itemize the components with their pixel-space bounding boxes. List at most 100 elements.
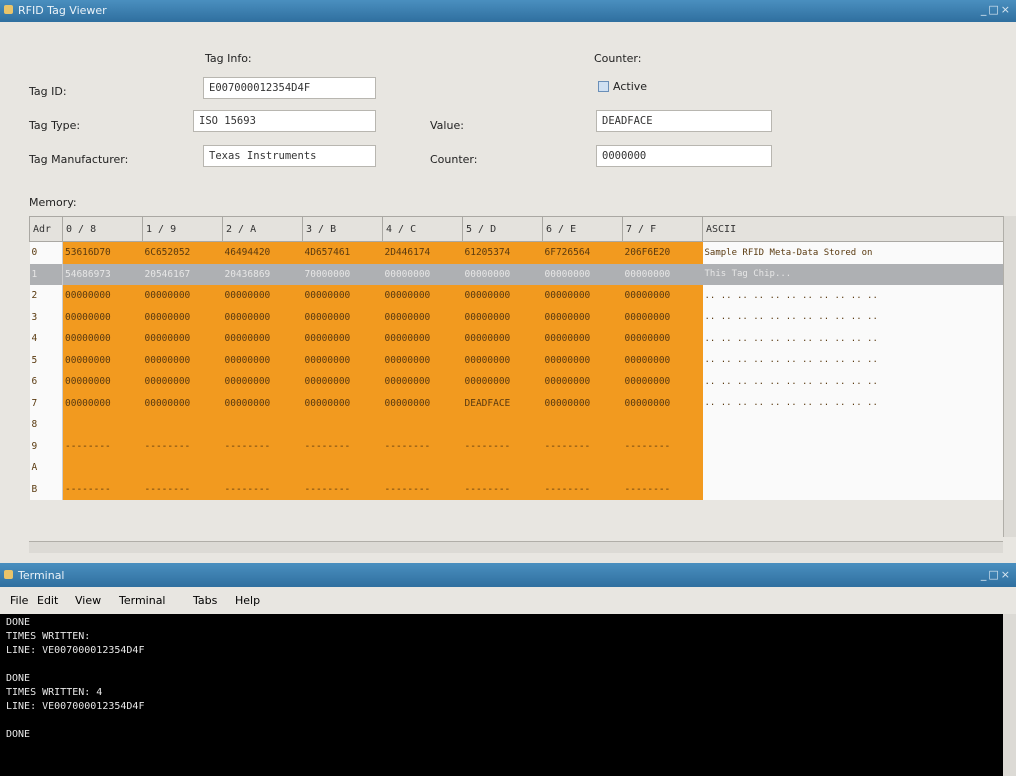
hex-cell[interactable]: 2D446174 xyxy=(382,241,463,264)
memory-row[interactable]: 5 00000000 00000000 00000000 00000000 0000000… xyxy=(29,349,1004,371)
hex-cell[interactable]: 00000000 xyxy=(142,349,223,371)
hex-cell[interactable]: 00000000 xyxy=(222,392,303,414)
hex-cell[interactable]: -------- xyxy=(302,478,383,500)
hex-cell[interactable] xyxy=(622,457,703,479)
memory-row[interactable]: 2 00000000 00000000 00000000 00000000 0000000… xyxy=(29,285,1004,307)
hex-cell[interactable]: 00000000 xyxy=(142,306,223,328)
terminal-window-controls[interactable]: _□× xyxy=(981,568,1012,581)
column-header-ascii[interactable]: ASCII xyxy=(702,216,1004,242)
menu-edit[interactable]: Edit xyxy=(37,594,58,607)
memory-row[interactable]: 6 00000000 00000000 00000000 00000000 0000000… xyxy=(29,371,1004,393)
column-header-4[interactable]: 3 / B xyxy=(302,216,383,242)
hex-cell[interactable]: 00000000 xyxy=(542,392,623,414)
column-header-6[interactable]: 5 / D xyxy=(462,216,543,242)
hex-cell[interactable]: 00000000 xyxy=(622,306,703,328)
hex-cell[interactable] xyxy=(222,414,303,436)
memory-table[interactable]: Adr 0 / 81 / 92 / A3 / B4 / C5 / D6 / E7 … xyxy=(29,216,1004,500)
hex-cell[interactable]: 00000000 xyxy=(462,328,543,350)
hex-cell[interactable]: 00000000 xyxy=(462,349,543,371)
hex-cell[interactable]: 20546167 xyxy=(142,263,223,285)
memory-row[interactable]: 4 00000000 00000000 00000000 00000000 0000000… xyxy=(29,328,1004,350)
column-header-address[interactable]: Adr xyxy=(29,216,63,242)
active-checkbox[interactable] xyxy=(598,81,609,92)
hex-cell[interactable]: 00000000 xyxy=(62,349,143,371)
hex-cell[interactable]: 46494420 xyxy=(222,241,303,264)
hex-cell[interactable]: DEADFACE xyxy=(462,392,543,414)
hex-cell[interactable]: 00000000 xyxy=(382,328,463,350)
hex-cell[interactable]: -------- xyxy=(142,435,223,457)
tag-manufacturer-field[interactable]: Texas Instruments xyxy=(203,145,376,167)
menu-tabs[interactable]: Tabs xyxy=(193,594,217,607)
menu-file[interactable]: File xyxy=(10,594,28,607)
hex-cell[interactable]: 00000000 xyxy=(382,263,463,285)
hex-cell[interactable]: 00000000 xyxy=(542,285,623,307)
hex-cell[interactable]: 00000000 xyxy=(382,392,463,414)
hex-cell[interactable]: 00000000 xyxy=(462,371,543,393)
hex-cell[interactable]: 00000000 xyxy=(222,328,303,350)
memory-row[interactable]: 3 00000000 00000000 00000000 00000000 0000000… xyxy=(29,306,1004,328)
hex-cell[interactable]: 00000000 xyxy=(542,306,623,328)
hex-cell[interactable]: -------- xyxy=(222,435,303,457)
hex-cell[interactable] xyxy=(622,414,703,436)
hex-cell[interactable] xyxy=(302,414,383,436)
hex-cell[interactable] xyxy=(382,457,463,479)
hex-cell[interactable]: 00000000 xyxy=(382,371,463,393)
hex-cell[interactable]: 00000000 xyxy=(622,263,703,285)
hex-cell[interactable]: 00000000 xyxy=(62,285,143,307)
hex-cell[interactable]: -------- xyxy=(62,478,143,500)
hex-cell[interactable]: -------- xyxy=(302,435,383,457)
hex-cell[interactable]: 00000000 xyxy=(622,328,703,350)
hex-cell[interactable]: 00000000 xyxy=(462,263,543,285)
hex-cell[interactable]: 00000000 xyxy=(382,306,463,328)
hex-cell[interactable]: -------- xyxy=(142,478,223,500)
counter-field[interactable]: 0000000 xyxy=(596,145,772,167)
hex-cell[interactable] xyxy=(302,457,383,479)
hex-cell[interactable]: 61205374 xyxy=(462,241,543,264)
hex-cell[interactable]: 00000000 xyxy=(462,285,543,307)
hex-cell[interactable]: -------- xyxy=(542,478,623,500)
hex-cell[interactable]: 20436869 xyxy=(222,263,303,285)
app-title-bar[interactable]: RFID Tag Viewer _□× xyxy=(0,0,1016,22)
column-header-1[interactable]: 0 / 8 xyxy=(62,216,143,242)
hex-cell[interactable] xyxy=(222,457,303,479)
window-controls[interactable]: _□× xyxy=(981,3,1012,16)
memory-row[interactable]: A xyxy=(29,457,1004,479)
hex-cell[interactable]: 00000000 xyxy=(62,392,143,414)
hex-cell[interactable]: 00000000 xyxy=(142,392,223,414)
hex-cell[interactable]: 00000000 xyxy=(302,371,383,393)
memory-row[interactable]: 0 53616D70 6C652052 46494420 4D657461 2D44617… xyxy=(29,241,1004,264)
hex-cell[interactable] xyxy=(382,414,463,436)
hex-cell[interactable]: 00000000 xyxy=(622,371,703,393)
hex-cell[interactable] xyxy=(542,457,623,479)
memory-row[interactable]: B -------- -------- -------- -------- -------… xyxy=(29,478,1004,500)
hex-cell[interactable]: 00000000 xyxy=(542,328,623,350)
hex-cell[interactable]: 00000000 xyxy=(542,371,623,393)
hex-cell[interactable]: -------- xyxy=(222,478,303,500)
hex-cell[interactable]: 00000000 xyxy=(62,306,143,328)
hex-cell[interactable]: 00000000 xyxy=(222,349,303,371)
memory-row[interactable]: 1 54686973 20546167 20436869 70000000 0000000… xyxy=(29,263,1004,285)
hex-cell[interactable]: 00000000 xyxy=(222,371,303,393)
memory-horizontal-scrollbar[interactable] xyxy=(29,541,1003,553)
terminal-scrollbar[interactable] xyxy=(1003,614,1016,776)
tag-type-field[interactable]: ISO 15693 xyxy=(193,110,376,132)
hex-cell[interactable] xyxy=(62,414,143,436)
hex-cell[interactable]: -------- xyxy=(382,435,463,457)
hex-cell[interactable]: 00000000 xyxy=(622,285,703,307)
hex-cell[interactable]: 206F6E20 xyxy=(622,241,703,264)
hex-cell[interactable]: 53616D70 xyxy=(62,241,143,264)
tag-id-field[interactable]: E007000012354D4F xyxy=(203,77,376,99)
hex-cell[interactable]: -------- xyxy=(462,478,543,500)
hex-cell[interactable]: 00000000 xyxy=(382,349,463,371)
terminal-output[interactable]: DONE TIMES WRITTEN: LINE: VE007000012354… xyxy=(0,614,1003,776)
hex-cell[interactable]: 00000000 xyxy=(302,392,383,414)
hex-cell[interactable]: 00000000 xyxy=(462,306,543,328)
hex-cell[interactable]: -------- xyxy=(622,478,703,500)
memory-vertical-scrollbar[interactable] xyxy=(1003,216,1016,537)
column-header-8[interactable]: 7 / F xyxy=(622,216,703,242)
hex-cell[interactable]: 00000000 xyxy=(622,392,703,414)
hex-cell[interactable]: 00000000 xyxy=(542,263,623,285)
hex-cell[interactable] xyxy=(542,414,623,436)
hex-cell[interactable]: 00000000 xyxy=(222,306,303,328)
column-header-2[interactable]: 1 / 9 xyxy=(142,216,223,242)
